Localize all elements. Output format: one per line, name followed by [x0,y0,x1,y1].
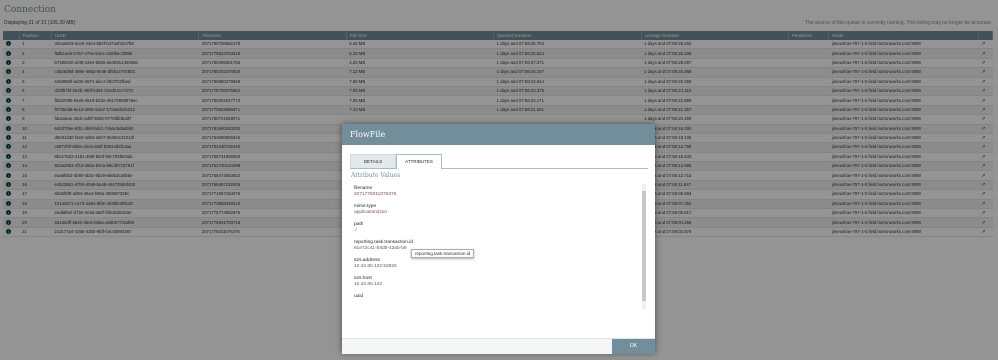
attribute-item: reporting.task.transaction.id 81e72c41-b8… [354,240,647,252]
attribute-value: application/json [354,210,388,215]
attribute-value: 2071778311076376 [354,192,397,197]
attribute-name: uuid [354,294,364,299]
attribute-value: 10.42.80.132:52926 [354,264,397,269]
attribute-item: s2s.host 10.42.80.132 [354,276,647,288]
dialog-tabs: DETAILS ATTRIBUTES [350,154,648,169]
dialog-footer: OK [342,338,655,354]
attribute-item: s2s.address 10.42.80.132:52926 [354,258,647,270]
dialog-title: FlowFile [342,124,655,145]
attributes-panel: Attribute Values filename 207177831107637… [351,172,647,306]
attribute-item: uuid [354,294,647,300]
scrollbar-thumb[interactable] [642,191,646,301]
attribute-item: filename 2071778311076376 [354,186,647,198]
flowfile-dialog: FlowFile DETAILS ATTRIBUTES Attribute Va… [342,124,655,354]
attributes-scrollbar[interactable] [642,184,646,309]
attribute-value: ./ [354,228,357,233]
attribute-item: path ./ [354,222,647,234]
section-title: Attribute Values [351,172,401,179]
attribute-value: 10.42.80.132 [354,282,383,287]
attribute-tooltip: reporting.task.transaction.id [411,249,475,258]
attribute-item: mime.type application/json [354,204,647,216]
attribute-value: 81e72c41-b8d5-43ab-b8 [354,246,407,251]
tab-details[interactable]: DETAILS [350,154,396,168]
ok-button[interactable]: OK [612,339,655,354]
tab-attributes[interactable]: ATTRIBUTES [396,154,442,169]
